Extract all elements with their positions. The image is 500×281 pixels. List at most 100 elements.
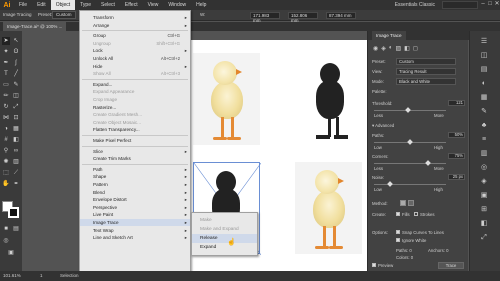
lasso-icon[interactable]: ʘ — [12, 48, 20, 56]
menu-item-create-object-mosaic[interactable]: Create Object Mosaic... — [80, 119, 190, 126]
menu-item-transform[interactable]: Transform ▸ — [80, 14, 190, 21]
maximize-icon[interactable]: □ — [487, 1, 493, 8]
menu-item-hide[interactable]: Hide ▸ — [80, 63, 190, 70]
trace-button[interactable]: Trace — [438, 262, 464, 269]
submenu-make[interactable]: Make — [192, 216, 257, 225]
paths-value[interactable]: 50% — [448, 132, 465, 138]
color-icon[interactable]: ◐ — [479, 79, 489, 89]
menu-item-make-pixel-perfect[interactable]: Make Pixel Perfect — [80, 137, 190, 144]
auto-color-icon[interactable]: ◉ — [373, 45, 378, 54]
transform-icon[interactable]: ⤢ — [479, 233, 489, 243]
snap-checkbox[interactable] — [396, 230, 400, 234]
mesh-icon[interactable]: # — [2, 136, 10, 144]
menu-item-line-and-sketch-art[interactable]: Line and Sketch Art ▸ — [80, 234, 190, 241]
menu-item-expand-appearance[interactable]: Expand Appearance — [80, 88, 190, 95]
stroke-swatch[interactable] — [8, 207, 19, 218]
menu-window[interactable]: Window — [163, 0, 191, 10]
corners-slider[interactable] — [374, 163, 446, 164]
symbols-icon[interactable]: ♣ — [479, 121, 489, 131]
panel-mode-select[interactable]: Black and White — [396, 78, 456, 85]
search-input[interactable] — [442, 1, 478, 9]
threshold-value[interactable]: 121 — [448, 100, 465, 106]
color-mode-icon[interactable]: ■ — [2, 225, 10, 233]
noise-slider[interactable] — [374, 184, 446, 185]
menu-item-unlock-all[interactable]: Unlock All Alt+Ctrl+2 — [80, 55, 190, 62]
menu-item-path[interactable]: Path ▸ — [80, 166, 190, 173]
menu-effect[interactable]: Effect — [120, 0, 143, 10]
method-overlapping-icon[interactable] — [408, 200, 414, 206]
draw-mode-icon[interactable]: ◎ — [2, 237, 10, 245]
close-icon[interactable]: ✕ — [494, 1, 500, 8]
rectangle-tool-icon[interactable]: ▭ — [2, 81, 10, 89]
paths-knob[interactable] — [407, 139, 413, 145]
eyedropper-icon[interactable]: ⚲ — [2, 147, 10, 155]
menu-item-crop-image[interactable]: Crop Image — [80, 96, 190, 103]
paintbrush-icon[interactable]: ✎ — [12, 81, 20, 89]
panel-view-select[interactable]: Tracing Result — [396, 68, 456, 75]
scale-icon[interactable]: ⤢ — [12, 103, 20, 111]
hand-tool-icon[interactable]: ✋ — [2, 180, 10, 188]
menu-item-ungroup[interactable]: Ungroup Shift+Ctrl+G — [80, 40, 190, 47]
slice-icon[interactable]: ⟋ — [12, 169, 20, 177]
chick-photo-copy[interactable] — [295, 162, 362, 254]
zoom-tool-icon[interactable]: ⚭ — [12, 180, 20, 188]
artboard-tool-icon[interactable]: ⬚ — [2, 169, 10, 177]
brushes-icon[interactable]: ✎ — [479, 107, 489, 117]
swatches-icon[interactable]: ▦ — [479, 93, 489, 103]
eraser-icon[interactable]: ◫ — [12, 92, 20, 100]
menu-select[interactable]: Select — [96, 0, 120, 10]
menu-item-flatten-transparency[interactable]: Flatten Transparency... — [80, 126, 190, 133]
shape-builder-icon[interactable]: ◑ — [2, 125, 10, 133]
panel-title[interactable]: Image Trace — [372, 31, 406, 40]
blend-icon[interactable]: ∞ — [12, 147, 20, 155]
menu-view[interactable]: View — [143, 0, 164, 10]
menu-object[interactable]: Object — [50, 0, 76, 10]
minimize-icon[interactable]: – — [480, 1, 486, 8]
symbol-sprayer-icon[interactable]: ✺ — [2, 158, 10, 166]
noise-knob[interactable] — [386, 181, 393, 187]
menu-item-group[interactable]: Group Ctrl+G — [80, 32, 190, 39]
appearance-icon[interactable]: ◈ — [479, 177, 489, 187]
strokes-checkbox[interactable] — [414, 212, 418, 216]
align-icon[interactable]: ⊞ — [479, 205, 489, 215]
menu-item-perspective[interactable]: Perspective ▸ — [80, 204, 190, 211]
properties-icon[interactable]: ☰ — [479, 37, 489, 47]
type-tool-icon[interactable]: T — [2, 70, 10, 78]
menu-item-slice[interactable]: Slice ▸ — [80, 148, 190, 155]
corners-value[interactable]: 75% — [448, 153, 465, 159]
gradient-mode-icon[interactable]: ▤ — [12, 225, 20, 233]
menu-edit[interactable]: Edit — [32, 0, 51, 10]
menu-item-text-wrap[interactable]: Text Wrap ▸ — [80, 227, 190, 234]
submenu-expand[interactable]: Expand — [192, 243, 257, 252]
fills-checkbox[interactable] — [396, 212, 400, 216]
selection-tool-icon[interactable]: ➤ — [2, 37, 10, 45]
submenu-make-and-expand[interactable]: Make and Expand — [192, 225, 257, 234]
grayscale-icon[interactable]: ▨ — [396, 45, 402, 54]
gradient-panel-icon[interactable]: ▥ — [479, 149, 489, 159]
width-tool-icon[interactable]: ⋈ — [2, 114, 10, 122]
menu-item-pattern[interactable]: Pattern ▸ — [80, 181, 190, 188]
menu-item-live-paint[interactable]: Live Paint ▸ — [80, 211, 190, 218]
page-number[interactable]: 1 — [40, 272, 43, 280]
graphic-styles-icon[interactable]: ▣ — [479, 191, 489, 201]
panel-preset-select[interactable]: Custom — [396, 58, 456, 65]
pencil-icon[interactable]: ✏ — [2, 92, 10, 100]
width-field[interactable]: 171.983 mm — [250, 12, 280, 23]
preset-dropdown[interactable]: Custom — [52, 11, 76, 19]
zoom-level[interactable]: 101.61% — [3, 272, 21, 280]
menu-item-expand[interactable]: Expand... — [80, 81, 190, 88]
direct-selection-tool-icon[interactable]: ↖ — [12, 37, 20, 45]
menu-file[interactable]: File — [14, 0, 32, 10]
threshold-knob[interactable] — [404, 107, 411, 113]
menu-item-shape[interactable]: Shape ▸ — [80, 173, 190, 180]
menu-help[interactable]: Help — [191, 0, 211, 10]
preview-checkbox[interactable] — [372, 263, 376, 267]
menu-item-show-all[interactable]: Show All Alt+Ctrl+3 — [80, 70, 190, 77]
menu-item-lock[interactable]: Lock ▸ — [80, 47, 190, 54]
layers-icon[interactable]: ◫ — [479, 51, 489, 61]
ignore-white-checkbox[interactable] — [396, 238, 400, 242]
low-color-icon[interactable]: ◐ — [389, 45, 393, 54]
chick-photo-original[interactable] — [193, 53, 260, 145]
stroke-panel-icon[interactable]: ≡ — [479, 135, 489, 145]
doc-tab[interactable]: Image-Trace.ai* @ 100% ... — [3, 22, 67, 31]
